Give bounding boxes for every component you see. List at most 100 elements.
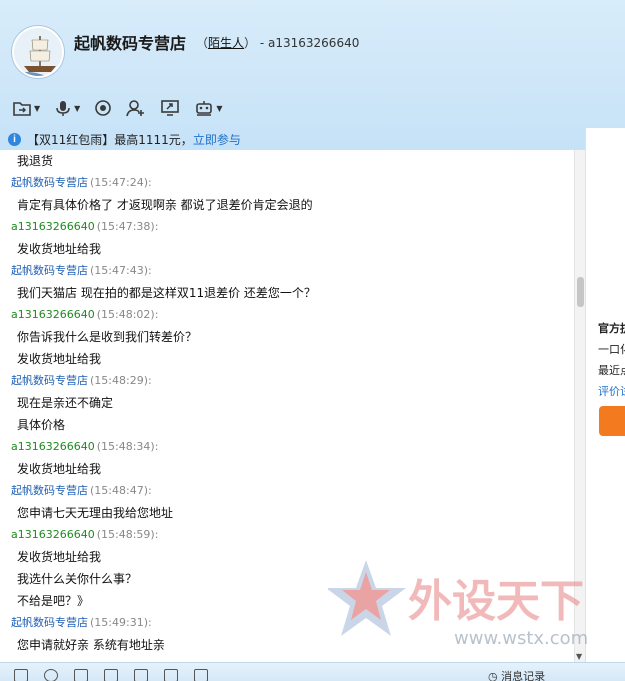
message-line: 我们天猫店 现在拍的都是这样双11退差价 还差您一个？ (17, 286, 316, 300)
screen-share-icon (161, 100, 180, 116)
scroll-down-icon[interactable]: ▼ (576, 652, 582, 661)
font-icon[interactable] (14, 669, 28, 681)
message-timestamp: (15:49:31): (90, 616, 152, 629)
sender-name[interactable]: a13163266640 (11, 308, 95, 321)
chat-message: 起帆数码专营店 (15:48:29): 现在是亲还不确定 具体价格 (11, 370, 574, 436)
message-line: 现在是亲还不确定 (17, 396, 114, 410)
shake-icon[interactable] (194, 669, 208, 681)
chat-message: 起帆数码专营店 (15:47:24): 肯定有具体价格了 才返现啊亲 都说了退差价肯… (11, 172, 574, 216)
gift-icon[interactable] (164, 669, 178, 681)
message-line: 我退货 (17, 154, 54, 168)
chat-message: 起帆数码专营店 (15:49:31): 您申请就好亲 系统有地址亲 (11, 612, 574, 656)
relation-link[interactable]: 陌生人 (208, 36, 244, 50)
add-contact-button[interactable] (124, 96, 148, 120)
chat-toolbar: ▼ ▼ ▼ (10, 96, 224, 120)
message-line: 肯定有具体价格了 才返现啊亲 都说了退差价肯定会退的 (17, 198, 313, 212)
screenshot-icon[interactable] (104, 669, 118, 681)
message-meta: 起帆数码专营店 (15:47:43): (11, 260, 574, 282)
message-line: 您申请就好亲 系统有地址亲 (17, 638, 165, 652)
chat-message: a13163266640 (15:48:02): 你告诉我什么是收到我们转差价？ 发收… (11, 304, 574, 370)
message-meta: a13163266640 (15:48:34): (11, 436, 574, 458)
message-timestamp: (15:47:24): (90, 176, 152, 189)
message-meta: 起帆数码专营店 (15:48:29): (11, 370, 574, 392)
clock-icon: ◷ (488, 670, 502, 681)
chat-window: 起帆数码专营店 （陌生人） - a13163266640 ▼ ▼ ▼ i 【双1… (0, 0, 625, 681)
message-history[interactable]: 我退货 起帆数码专营店 (15:47:24): 肯定有具体价格了 才返现啊亲 都说了… (0, 150, 574, 662)
folder-transfer-icon (13, 102, 31, 116)
message-timestamp: (15:48:34): (96, 440, 159, 453)
camera-icon (95, 100, 112, 116)
message-record-button[interactable]: ◷ 消息记录 (488, 668, 545, 681)
voice-button[interactable]: ▼ (52, 96, 82, 120)
message-meta: 起帆数码专营店 (15:49:31): (11, 612, 574, 634)
join-link[interactable]: 立即参与 (193, 131, 241, 148)
scrollbar-thumb[interactable] (577, 277, 584, 307)
sender-name[interactable]: 起帆数码专营店 (11, 176, 88, 189)
message-meta: a13163266640 (15:48:02): (11, 304, 574, 326)
message-line: 发收货地址给我 (17, 462, 102, 476)
panel-heading: 官方抗 (598, 322, 625, 335)
sailboat-icon (14, 28, 62, 76)
chevron-down-icon: ▼ (74, 103, 81, 113)
message-timestamp: (15:48:29): (90, 374, 152, 387)
sender-name[interactable]: a13163266640 (11, 220, 95, 233)
message-line: 发收货地址给我 (17, 242, 102, 256)
remote-assist-icon (196, 101, 213, 116)
remote-assist-button[interactable]: ▼ (192, 96, 224, 120)
sender-name[interactable]: 起帆数码专营店 (11, 264, 88, 277)
chat-message: a13163266640 (15:48:34): 发收货地址给我 (11, 436, 574, 480)
message-line: 发收货地址给我 (17, 550, 102, 564)
open-paren: （ (196, 36, 209, 50)
promo-notice: i 【双11红包雨】最高1111元， 立即参与 (0, 128, 585, 150)
message-line: 您申请七天无理由我给您地址 (17, 506, 174, 520)
chat-message: 起帆数码专营店 (15:48:47): 您申请七天无理由我给您地址 (11, 480, 574, 524)
chat-header: 起帆数码专营店 （陌生人） - a13163266640 (0, 0, 625, 90)
panel-text: 一口化 (598, 343, 625, 356)
chevron-down-icon: ▼ (216, 103, 223, 113)
input-tool-icons (14, 669, 208, 681)
screen-share-button[interactable] (158, 96, 182, 120)
message-line: 具体价格 (17, 418, 66, 432)
file-transfer-button[interactable]: ▼ (10, 96, 42, 120)
contact-name: 起帆数码专营店 (74, 34, 187, 53)
emoji-icon[interactable] (44, 669, 58, 681)
message-line: 发收货地址给我 (17, 352, 102, 366)
message-timestamp: (15:48:02): (96, 308, 159, 321)
message-line: 不给是吧？》 (17, 594, 90, 608)
message-meta: 起帆数码专营店 (15:48:47): (11, 480, 574, 502)
message-timestamp: (15:48:59): (96, 528, 159, 541)
panel-text: 最近点 (598, 364, 625, 377)
panel-link[interactable]: 评价试 (598, 383, 625, 399)
chat-message: a13163266640 (15:48:59): 发收货地址给我我选什么关你什么事？… (11, 524, 574, 612)
account-id: - a13163266640 (256, 36, 360, 50)
chevron-down-icon: ▼ (34, 103, 41, 113)
sender-name[interactable]: 起帆数码专营店 (11, 616, 88, 629)
sender-name[interactable]: 起帆数码专营店 (11, 484, 88, 497)
shop-avatar[interactable] (12, 26, 64, 78)
chat-message: 起帆数码专营店 (15:47:43): 我们天猫店 现在拍的都是这样双11退差价 还… (11, 260, 574, 304)
input-toolbar: ◷ 消息记录 (0, 662, 625, 681)
message-timestamp: (15:47:38): (96, 220, 159, 233)
message-timestamp: (15:48:47): (90, 484, 152, 497)
sender-name[interactable]: 起帆数码专营店 (11, 374, 88, 387)
sender-name[interactable]: a13163266640 (11, 528, 95, 541)
add-contact-icon (126, 100, 145, 117)
image-icon[interactable] (74, 669, 88, 681)
microphone-icon (56, 101, 70, 116)
message-line: 你告诉我什么是收到我们转差价？ (17, 330, 198, 344)
sender-name[interactable]: a13163266640 (11, 440, 95, 453)
scissors-icon[interactable] (134, 669, 148, 681)
video-button[interactable] (92, 96, 114, 120)
info-icon: i (8, 132, 21, 146)
message-meta: a13163266640 (15:47:38): (11, 216, 574, 238)
message-line: 我选什么关你什么事？ (17, 572, 138, 586)
shop-info-panel: 官方抗 一口化 最近点 评价试 (585, 128, 625, 662)
message-meta: 起帆数码专营店 (15:47:24): (11, 172, 574, 194)
close-paren: ） (244, 36, 257, 50)
promo-text: 【双11红包雨】最高1111元， (27, 132, 193, 147)
panel-action-button[interactable] (599, 406, 625, 436)
chat-scrollbar[interactable]: ▼ (574, 150, 585, 662)
message-timestamp: (15:47:43): (90, 264, 152, 277)
message-meta: a13163266640 (15:48:59): (11, 524, 574, 546)
chat-message: a13163266640 (15:47:38): 发收货地址给我 (11, 216, 574, 260)
